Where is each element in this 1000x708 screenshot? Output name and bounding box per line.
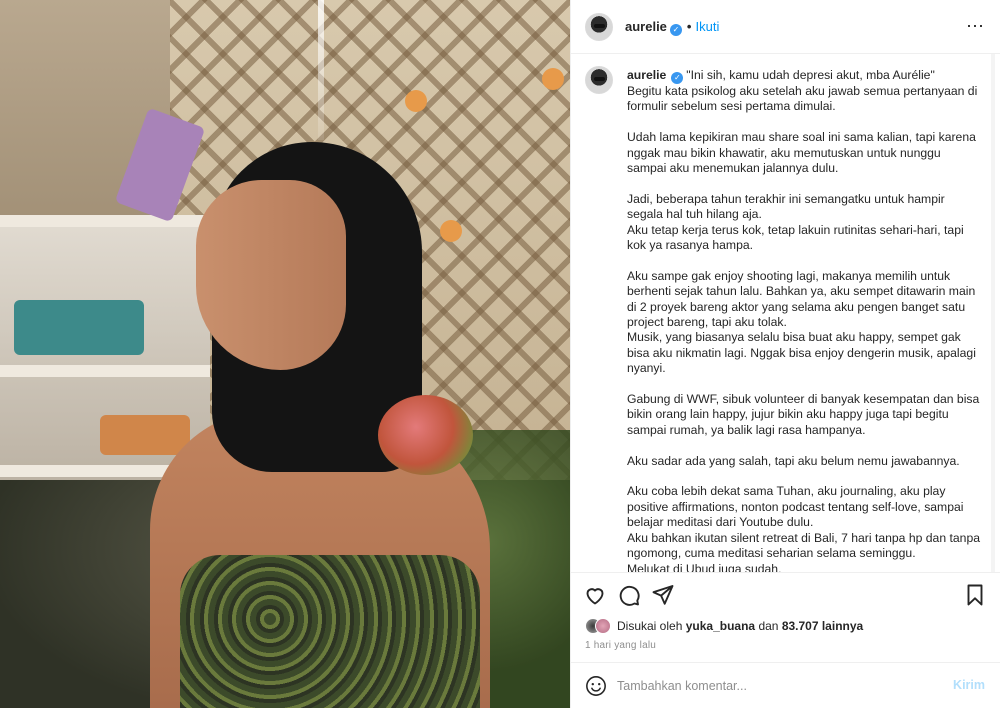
shelf-board [0,215,210,227]
face [196,180,346,370]
caption-username[interactable]: aurelie [627,68,666,82]
more-options-icon[interactable]: ⋯ [966,16,985,37]
petal [542,68,564,90]
caption-paragraph: Gabung di WWF, sibuk volunteer di banyak… [627,392,980,437]
header-username[interactable]: aurelie [625,19,667,34]
share-icon[interactable] [651,583,675,607]
comment-bar: Kirim [571,662,1000,708]
liker-username[interactable]: yuka_buana [686,619,755,633]
caption-paragraph: aurelie ✓ "Ini sih, kamu udah depresi akut… [627,68,983,115]
petal [405,90,427,112]
comment-icon[interactable] [617,583,641,607]
dot-separator: • [686,19,692,34]
post-header: aurelie ✓ • Ikuti ⋯ [571,0,1000,54]
caption-paragraph: Udah lama kepikiran mau share soal ini s… [627,130,976,176]
comment-input[interactable] [617,676,937,696]
post-timestamp[interactable]: 1 hari yang lalu [585,640,656,651]
flower-petals [378,395,473,475]
shelf-board [0,365,210,377]
caption-paragraph: Aku coba lebih dekat sama Tuhan, aku jou… [627,484,980,572]
avatar[interactable] [585,13,613,41]
likes-count[interactable]: 83.707 lainnya [782,619,863,633]
send-button[interactable]: Kirim [953,678,985,692]
post-photo[interactable] [0,0,570,708]
verified-icon: ✓ [671,72,684,84]
caption-paragraph: Aku sampe gak enjoy shooting lagi, makan… [627,268,976,376]
header-name-row: aurelie ✓ • Ikuti [625,19,719,36]
post-side-panel: aurelie ✓ • Ikuti ⋯ aurelie ✓ "Ini sih, kamu … [570,0,1000,708]
likes-middle: dan [758,619,779,633]
likes-summary[interactable]: Disukai oleh yuka_buana dan 83.707 lainn… [585,618,863,634]
bookmark-icon[interactable] [963,583,987,607]
folded-towels [14,300,144,355]
caption-paragraph: Aku sadar ada yang salah, tapi aku belum… [627,453,960,468]
petal [440,220,462,242]
likes-prefix: Disukai oleh [617,619,683,633]
batik-cloth [180,555,480,708]
water-stream [318,0,324,140]
follow-button[interactable]: Ikuti [695,19,719,34]
caption-paragraph: Jadi, beberapa tahun terakhir ini semang… [627,191,964,253]
action-bar [571,572,1000,616]
caption-text: aurelie ✓ "Ini sih, kamu udah depresi akut… [627,68,983,572]
caption-avatar[interactable] [585,66,613,94]
cushion [100,415,190,455]
caption-area[interactable]: aurelie ✓ "Ini sih, kamu udah depresi akut… [571,54,997,572]
heart-icon[interactable] [583,583,607,607]
liker-avatar [595,618,611,634]
caption-scrollbar[interactable] [991,54,995,572]
emoji-icon[interactable] [585,675,607,697]
verified-icon: ✓ [669,24,682,36]
